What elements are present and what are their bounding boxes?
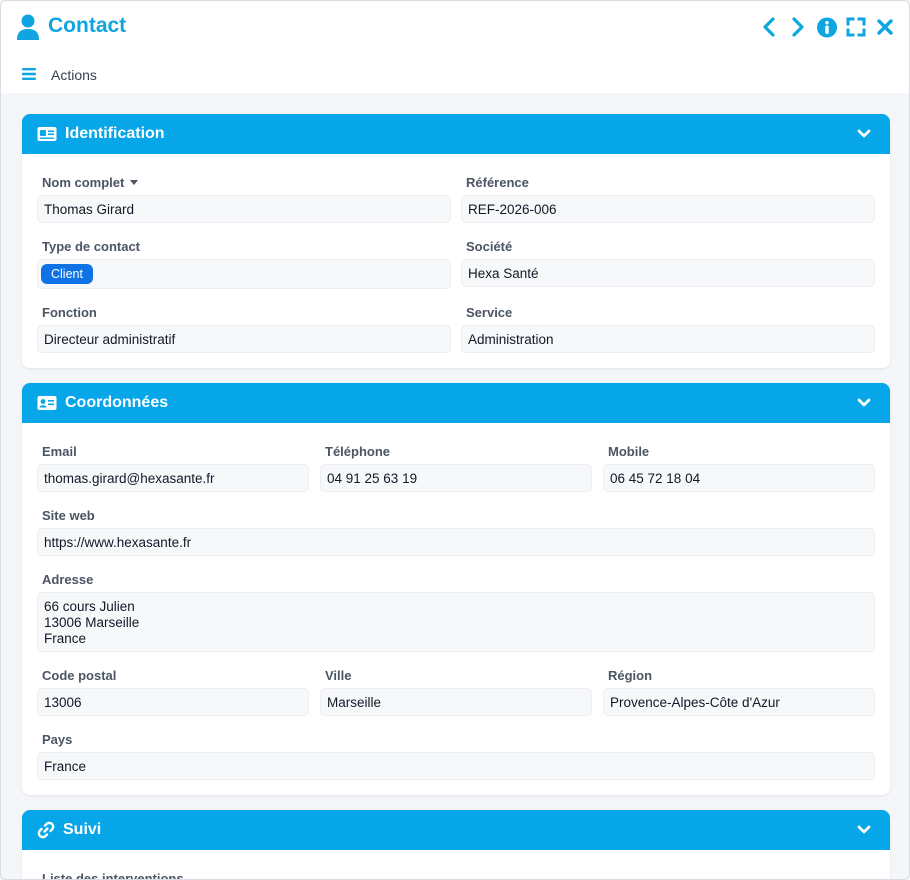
type-contact-field[interactable]: Client: [37, 259, 451, 289]
nom-complet-label[interactable]: Nom complet: [42, 175, 139, 190]
ville-field[interactable]: Marseille: [320, 688, 592, 716]
reference-label: Référence: [466, 175, 529, 190]
service-label: Service: [466, 305, 513, 320]
suivi-panel: Suivi Liste des interventions: [22, 810, 890, 880]
contact-window: Contact Actions Identification Nom compl…: [0, 0, 910, 880]
id-card-icon: [37, 127, 57, 141]
identification-title: Identification: [65, 125, 165, 142]
telephone-field[interactable]: 04 91 25 63 19: [320, 464, 592, 492]
actions-bar: Actions: [1, 53, 909, 93]
suivi-title: Suivi: [63, 821, 102, 838]
info-button[interactable]: [817, 16, 837, 38]
mobile-field[interactable]: 06 45 72 18 04: [603, 464, 875, 492]
code-postal-field[interactable]: 13006: [37, 688, 309, 716]
ville-label: Ville: [325, 668, 352, 683]
link-icon: [37, 821, 55, 839]
user-icon: [17, 14, 39, 40]
telephone-label: Téléphone: [325, 444, 391, 459]
hamburger-icon[interactable]: [22, 68, 36, 80]
close-icon: [877, 19, 893, 35]
societe-field[interactable]: Hexa Santé: [461, 259, 875, 287]
coordonnees-panel: Coordonnées Email thomas.girard@hexasant…: [22, 383, 890, 795]
identification-panel-header[interactable]: Identification: [22, 114, 890, 154]
title-actions: [759, 16, 895, 38]
caret-down-icon: [130, 180, 139, 186]
interventions-label: Liste des interventions: [42, 871, 184, 880]
title-bar: Contact: [1, 1, 909, 53]
nom-complet-label-text: Nom complet: [42, 175, 125, 190]
fonction-field[interactable]: Directeur administratif: [37, 325, 451, 353]
type-contact-badge[interactable]: Client: [41, 264, 93, 284]
prev-button[interactable]: [759, 16, 779, 38]
coordonnees-title: Coordonnées: [65, 394, 169, 411]
actions-menu-label[interactable]: Actions: [51, 67, 97, 83]
societe-label: Société: [466, 239, 513, 254]
mobile-label: Mobile: [608, 444, 650, 459]
site-web-label: Site web: [42, 508, 95, 523]
chevron-down-icon[interactable]: [857, 824, 871, 836]
pays-field[interactable]: France: [37, 752, 875, 780]
info-icon: [817, 17, 837, 37]
email-label: Email: [42, 444, 77, 459]
expand-icon: [846, 17, 866, 37]
adresse-label: Adresse: [42, 572, 94, 587]
suivi-panel-header[interactable]: Suivi: [22, 810, 890, 850]
next-button[interactable]: [788, 16, 808, 38]
chevron-down-icon[interactable]: [857, 128, 871, 140]
fonction-label: Fonction: [42, 305, 97, 320]
identification-panel: Identification Nom complet Thomas Girard…: [22, 114, 890, 368]
site-web-field[interactable]: https://www.hexasante.fr: [37, 528, 875, 556]
region-field[interactable]: Provence-Alpes-Côte d'Azur: [603, 688, 875, 716]
code-postal-label: Code postal: [42, 668, 117, 683]
chevron-left-icon: [763, 17, 775, 37]
service-field[interactable]: Administration: [461, 325, 875, 353]
region-label: Région: [608, 668, 653, 683]
window-title: Contact: [48, 14, 127, 37]
chevron-down-icon[interactable]: [857, 397, 871, 409]
chevron-right-icon: [792, 17, 804, 37]
reference-field[interactable]: REF-2026-006: [461, 195, 875, 223]
nom-complet-field[interactable]: Thomas Girard: [37, 195, 451, 223]
close-button[interactable]: [875, 16, 895, 38]
type-contact-label: Type de contact: [42, 239, 141, 254]
address-card-icon: [37, 396, 57, 410]
coordonnees-panel-header[interactable]: Coordonnées: [22, 383, 890, 423]
email-field[interactable]: thomas.girard@hexasante.fr: [37, 464, 309, 492]
pays-label: Pays: [42, 732, 73, 747]
fullscreen-button[interactable]: [846, 16, 866, 38]
adresse-field[interactable]: 66 cours Julien 13006 Marseille France: [37, 592, 875, 652]
